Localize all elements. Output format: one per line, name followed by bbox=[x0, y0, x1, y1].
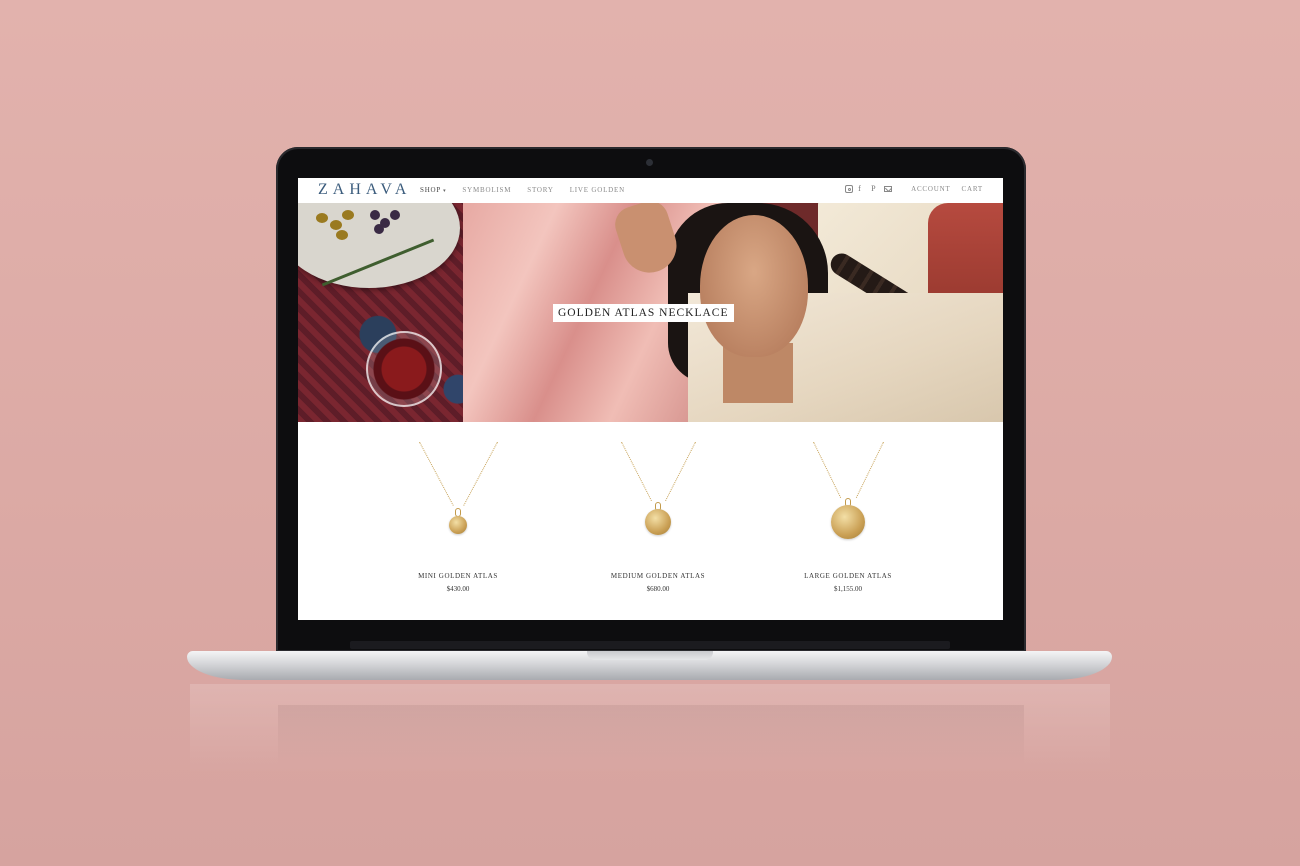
hero-title[interactable]: GOLDEN ATLAS NECKLACE bbox=[553, 304, 734, 322]
model-face-image bbox=[700, 215, 808, 357]
product-name[interactable]: MINI GOLDEN ATLAS bbox=[383, 572, 533, 580]
chain bbox=[813, 441, 842, 498]
product-name[interactable]: LARGE GOLDEN ATLAS bbox=[773, 572, 923, 580]
account-link[interactable]: ACCOUNT bbox=[911, 185, 950, 193]
main-nav: SHOP ▾ SYMBOLISM STORY LIVE GOLDEN bbox=[420, 186, 625, 194]
wine-glass-image bbox=[366, 331, 442, 407]
nav-item-live-golden[interactable]: LIVE GOLDEN bbox=[570, 186, 625, 194]
necklace-image bbox=[583, 441, 733, 552]
lid-reflection bbox=[278, 705, 1024, 765]
nav-item-story[interactable]: STORY bbox=[527, 186, 553, 194]
product-card[interactable]: MINI GOLDEN ATLAS $430.00 bbox=[383, 441, 533, 593]
product-card[interactable]: MEDIUM GOLDEN ATLAS $680.00 bbox=[583, 441, 733, 593]
pinterest-icon[interactable]: P bbox=[871, 185, 879, 193]
cart-link[interactable]: CART bbox=[962, 185, 983, 193]
necklace-image bbox=[773, 441, 923, 552]
product-name[interactable]: MEDIUM GOLDEN ATLAS bbox=[583, 572, 733, 580]
olive bbox=[316, 213, 328, 223]
nav-item-label: SHOP bbox=[420, 186, 442, 194]
mail-icon[interactable] bbox=[884, 186, 893, 192]
screen: ZAHAVA SHOP ▾ SYMBOLISM STORY LIVE GOLDEN… bbox=[298, 178, 1003, 620]
product-grid: MINI GOLDEN ATLAS $430.00 MEDIUM GOLDEN … bbox=[298, 422, 1003, 620]
grape bbox=[374, 224, 384, 234]
olive bbox=[330, 220, 342, 230]
site-header: ZAHAVA SHOP ▾ SYMBOLISM STORY LIVE GOLDEN… bbox=[298, 178, 1003, 203]
chain bbox=[419, 441, 454, 506]
product-price: $1,155.00 bbox=[834, 585, 862, 593]
site-logo[interactable]: ZAHAVA bbox=[318, 181, 411, 199]
laptop-notch bbox=[587, 651, 713, 660]
instagram-icon[interactable] bbox=[845, 185, 854, 193]
hero-banner: GOLDEN ATLAS NECKLACE bbox=[298, 203, 1003, 422]
product-price: $430.00 bbox=[446, 585, 470, 593]
chain bbox=[621, 441, 652, 502]
camera-icon bbox=[646, 159, 653, 166]
laptop-hinge bbox=[350, 641, 950, 649]
pendant bbox=[645, 509, 671, 535]
facebook-icon[interactable]: f bbox=[858, 185, 866, 193]
grape bbox=[390, 210, 400, 220]
pendant bbox=[831, 505, 865, 539]
chevron-down-icon: ▾ bbox=[443, 189, 447, 194]
chain bbox=[665, 441, 696, 502]
olive bbox=[336, 230, 348, 240]
nav-item-symbolism[interactable]: SYMBOLISM bbox=[462, 186, 511, 194]
olive bbox=[342, 210, 354, 220]
pendant bbox=[449, 516, 467, 534]
necklace-image bbox=[383, 441, 533, 552]
chain bbox=[855, 441, 884, 498]
product-card[interactable]: LARGE GOLDEN ATLAS $1,155.00 bbox=[773, 441, 923, 593]
header-right: f P ACCOUNT CART bbox=[845, 185, 983, 193]
nav-item-shop[interactable]: SHOP ▾ bbox=[420, 186, 446, 194]
grape bbox=[370, 210, 380, 220]
chain bbox=[463, 441, 498, 506]
product-price: $680.00 bbox=[646, 585, 670, 593]
